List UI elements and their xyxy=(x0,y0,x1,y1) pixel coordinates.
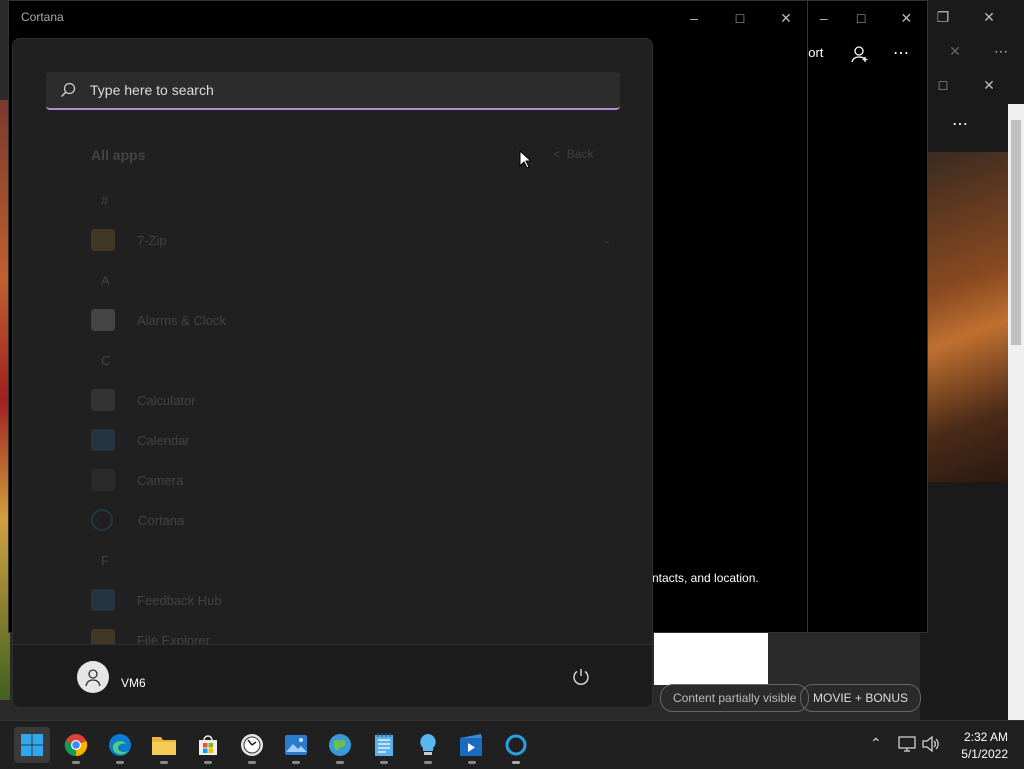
close-icon[interactable]: ✕ xyxy=(966,68,1012,102)
back-label: Back xyxy=(566,147,594,161)
maximize-icon[interactable]: □ xyxy=(839,1,884,35)
search-icon xyxy=(60,82,76,98)
privacy-text: ntacts, and location. xyxy=(652,571,759,585)
close-icon[interactable]: ✕ xyxy=(932,34,978,68)
start-menu: All apps < Back # 7-Zip ⌄ A Alarms & Clo… xyxy=(12,38,653,708)
group-letter[interactable]: F xyxy=(101,553,109,568)
running-indicator xyxy=(160,761,168,764)
taskbar: ⌃ 2:32 AM 5/1/2022 xyxy=(0,720,1024,769)
cortana-icon[interactable] xyxy=(502,731,530,759)
running-indicator xyxy=(72,761,80,764)
app-item-calculator[interactable]: Calculator xyxy=(91,385,196,415)
clock-date[interactable]: 5/1/2022 xyxy=(946,747,1008,761)
close-icon[interactable]: ✕ xyxy=(884,1,929,35)
close-icon[interactable]: ✕ xyxy=(966,0,1012,34)
window-controls: – □ ✕ xyxy=(671,1,809,35)
start-icon[interactable] xyxy=(18,731,46,759)
chevron-up-icon[interactable]: ⌃ xyxy=(870,735,882,752)
add-person-icon[interactable] xyxy=(851,45,869,68)
movie-poster[interactable] xyxy=(928,152,1008,482)
user-name[interactable]: VM6 xyxy=(121,676,146,690)
running-indicator xyxy=(468,761,476,764)
media-window-titlebar: □ ✕ xyxy=(920,68,1024,102)
group-letter[interactable]: A xyxy=(101,273,110,288)
movies-icon[interactable] xyxy=(458,731,486,759)
minimize-icon[interactable]: – xyxy=(809,1,839,35)
group-letter[interactable]: C xyxy=(101,353,110,368)
minimize-icon[interactable]: – xyxy=(671,1,717,35)
running-indicator xyxy=(512,761,520,764)
calendar-icon xyxy=(91,429,115,451)
maps-icon[interactable] xyxy=(326,731,354,759)
store-icon[interactable] xyxy=(194,731,222,759)
window-controls: – □ ✕ xyxy=(809,1,929,35)
network-icon[interactable] xyxy=(898,736,916,752)
app-name: Cortana xyxy=(138,512,185,528)
search-input[interactable] xyxy=(88,81,572,99)
all-apps-heading: All apps xyxy=(91,147,146,163)
photos-icon[interactable] xyxy=(282,731,310,759)
running-indicator xyxy=(204,761,212,764)
app-name: Camera xyxy=(137,472,184,488)
app-item-cortana[interactable]: Cortana xyxy=(91,505,184,535)
volume-icon[interactable] xyxy=(922,736,940,752)
avatar[interactable] xyxy=(77,661,109,693)
more-options-icon[interactable]: ⋯ xyxy=(893,43,909,63)
search-box[interactable] xyxy=(46,72,620,110)
content-pane xyxy=(654,633,768,685)
scrollbar-thumb[interactable] xyxy=(1011,120,1021,345)
clock-time[interactable]: 2:32 AM xyxy=(946,730,1008,744)
folder-icon xyxy=(91,229,115,251)
close-icon[interactable]: ✕ xyxy=(763,1,809,35)
back-button[interactable]: < Back xyxy=(553,147,593,161)
clock-icon xyxy=(91,309,115,331)
window-title: Cortana xyxy=(21,10,64,24)
content-chip[interactable]: Content partially visible xyxy=(660,684,810,712)
file-explorer-icon[interactable] xyxy=(150,731,178,759)
calculator-icon xyxy=(91,389,115,411)
chrome-icon[interactable] xyxy=(62,731,90,759)
notepad-icon[interactable] xyxy=(370,731,398,759)
power-icon[interactable] xyxy=(571,667,591,687)
app-item-7zip[interactable]: 7-Zip ⌄ xyxy=(91,225,611,255)
app-name: Alarms & Clock xyxy=(137,312,226,328)
app-item-camera[interactable]: Camera xyxy=(91,465,183,495)
app-item-calendar[interactable]: Calendar xyxy=(91,425,190,455)
chevron-down-icon: ⌄ xyxy=(602,234,611,246)
running-indicator xyxy=(116,761,124,764)
cortana-icon xyxy=(91,509,113,531)
more-options-icon[interactable]: ⋯ xyxy=(952,114,968,134)
edge-icon[interactable] xyxy=(106,731,134,759)
app-name: 7-Zip xyxy=(137,232,167,248)
app-item-alarms[interactable]: Alarms & Clock xyxy=(91,305,226,335)
background-window-toolbar: ✕ ⋯ xyxy=(920,34,1024,68)
tips-icon[interactable] xyxy=(414,731,442,759)
app-item-feedback-hub[interactable]: Feedback Hub xyxy=(91,585,222,615)
camera-icon xyxy=(91,469,115,491)
running-indicator xyxy=(248,761,256,764)
running-indicator xyxy=(336,761,344,764)
running-indicator xyxy=(424,761,432,764)
clock-icon[interactable] xyxy=(238,731,266,759)
app-name: Calculator xyxy=(137,392,196,408)
movie-info-panel xyxy=(928,482,1008,562)
movie-bonus-chip[interactable]: MOVIE + BONUS xyxy=(800,684,922,712)
user-icon xyxy=(85,669,101,687)
background-window-titlebar: ❐ ✕ xyxy=(920,0,1024,34)
more-options-icon[interactable]: ⋯ xyxy=(978,34,1024,68)
feedback-icon xyxy=(91,589,115,611)
maximize-icon[interactable]: □ xyxy=(717,1,763,35)
start-menu-footer: VM6 xyxy=(13,644,652,707)
group-letter[interactable]: # xyxy=(101,193,108,208)
running-indicator xyxy=(380,761,388,764)
app-name: Calendar xyxy=(137,432,190,448)
running-indicator xyxy=(292,761,300,764)
app-name: Feedback Hub xyxy=(137,592,222,608)
mouse-cursor-icon xyxy=(519,150,531,168)
